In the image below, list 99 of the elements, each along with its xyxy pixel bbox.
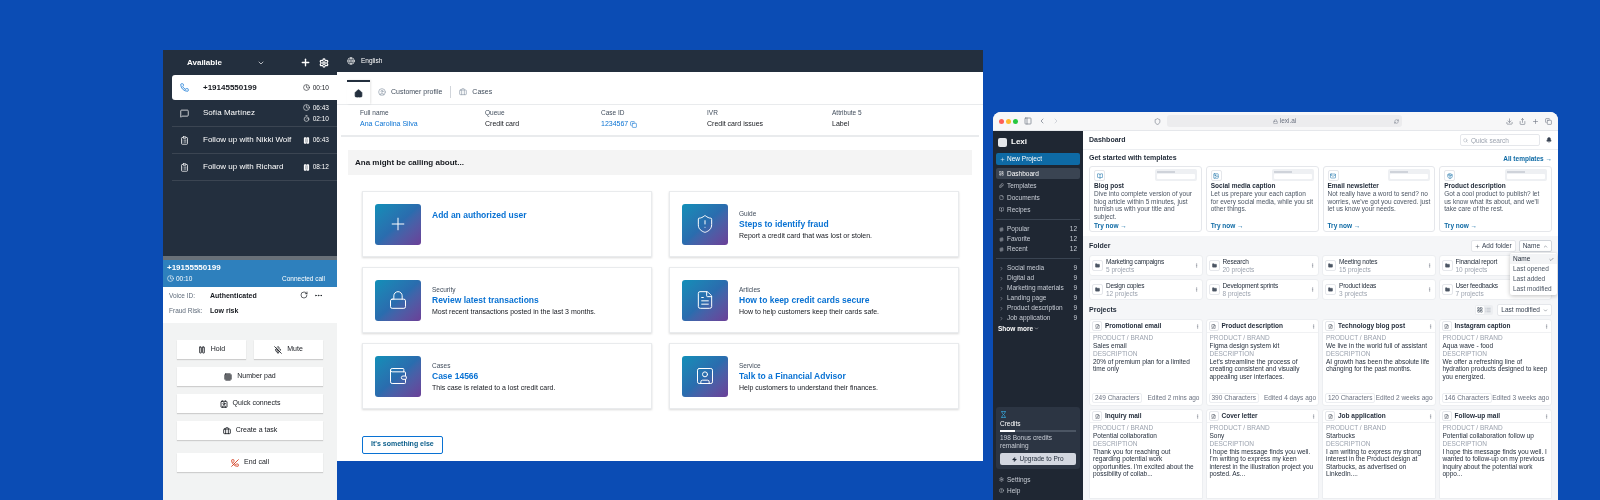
preview-drawing — [1271, 169, 1314, 181]
window-controls-icon — [999, 118, 1018, 124]
timer-icon — [302, 114, 310, 122]
book-icon — [999, 207, 1004, 212]
card-title-link[interactable]: Case 14566 — [432, 370, 556, 383]
preview-drawing — [1388, 169, 1431, 181]
brand-name: Lexi — [1011, 136, 1027, 148]
document-icon — [999, 195, 1004, 200]
clock-icon — [302, 104, 310, 112]
package-icon — [1444, 170, 1456, 181]
document-edit-icon — [1208, 411, 1219, 421]
document-edit-icon — [1441, 321, 1452, 331]
caller-number: +19155550199 — [167, 262, 222, 274]
dashboard-icon — [999, 171, 1004, 176]
check-icon — [1549, 256, 1554, 262]
more-icon[interactable] — [314, 291, 323, 300]
preview-drawing — [1154, 169, 1197, 181]
pause-icon — [302, 136, 310, 144]
refresh-icon[interactable] — [300, 291, 308, 299]
templates-icon — [999, 183, 1004, 188]
chevron-up-icon — [1543, 243, 1548, 249]
plus-icon — [375, 203, 421, 245]
card-title-link[interactable]: Steps to identify fraud — [739, 218, 873, 231]
task-icon — [180, 135, 189, 145]
chevron-down-icon — [1034, 326, 1040, 331]
home-icon — [354, 88, 363, 98]
plus-icon[interactable] — [300, 57, 311, 68]
document-edit-icon — [1092, 321, 1102, 331]
briefcase-icon — [222, 426, 231, 435]
image-icon — [1210, 170, 1222, 181]
padlock-icon — [375, 279, 421, 321]
document-edit-icon — [1441, 411, 1452, 421]
chat-icon — [180, 108, 189, 118]
card-title-link[interactable]: How to keep credit cards secure — [739, 294, 880, 307]
grid-view-icon[interactable] — [1476, 306, 1485, 314]
copy-icon[interactable] — [630, 120, 638, 128]
status-dropdown[interactable]: Available — [187, 56, 265, 69]
document-edit-icon — [1325, 321, 1335, 331]
document-icon — [682, 279, 728, 321]
person-icon — [682, 355, 728, 397]
bell-icon[interactable] — [1546, 137, 1552, 143]
clock-icon — [167, 275, 174, 283]
shield-icon — [1154, 117, 1161, 125]
share-icon[interactable] — [1519, 117, 1526, 125]
settings-icon[interactable] — [319, 57, 329, 68]
folder-icon — [1208, 284, 1220, 295]
section-title: Ana might be calling about... — [355, 156, 464, 169]
contact-name: +19145550199 — [203, 81, 258, 94]
hash-icon — [999, 226, 1004, 232]
card-title-link[interactable]: Review latest transactions — [432, 294, 596, 307]
plus-icon — [1000, 156, 1005, 162]
briefcase-icon — [459, 88, 468, 96]
pause-icon — [197, 345, 206, 354]
download-icon[interactable] — [1506, 117, 1513, 125]
contact-name: Sofía Martínez — [203, 107, 257, 119]
mic-off-icon — [274, 345, 283, 354]
folder-icon — [1441, 260, 1453, 271]
folder-icon — [1325, 260, 1336, 271]
folder-icon — [1092, 284, 1103, 295]
suggestion-card[interactable]: Add an authorized user — [362, 191, 652, 258]
document-edit-icon — [1208, 321, 1219, 331]
contact-name: Follow up with Richard — [203, 161, 285, 173]
task-icon — [180, 162, 189, 172]
plus-icon — [1475, 243, 1480, 249]
globe-icon — [347, 57, 355, 65]
logo-icon — [998, 137, 1007, 147]
wallet-icon — [375, 355, 421, 397]
document-edit-icon — [1092, 411, 1102, 421]
shield-alert-icon — [682, 203, 728, 245]
book-icon — [1094, 170, 1105, 181]
back-icon[interactable] — [1038, 117, 1046, 125]
sidebar-toggle-icon[interactable] — [1024, 117, 1032, 125]
bolt-icon — [1012, 456, 1018, 462]
folder-icon — [1092, 260, 1103, 271]
chevron-down-icon — [1543, 307, 1548, 313]
preview-drawing — [1505, 169, 1547, 181]
help-icon — [999, 488, 1004, 493]
folder-icon — [1441, 284, 1453, 295]
document-edit-icon — [1325, 411, 1335, 421]
card-title-link[interactable]: Talk to a Financial Advisor — [739, 370, 878, 383]
new-tab-icon[interactable] — [1532, 117, 1539, 125]
hash-icon — [999, 236, 1004, 242]
phone-icon — [180, 83, 189, 92]
pause-icon — [302, 163, 310, 171]
user-circle-icon — [378, 88, 386, 96]
settings-icon — [999, 477, 1004, 482]
contact-card-icon — [219, 399, 228, 408]
forward-icon[interactable] — [1052, 117, 1060, 125]
tabs-icon[interactable] — [1545, 117, 1552, 125]
hash-icon — [999, 246, 1004, 252]
folder-icon — [1208, 260, 1220, 271]
card-title-link[interactable]: Add an authorized user — [432, 209, 527, 222]
folder-icon — [1325, 284, 1336, 295]
hang-up-icon — [231, 458, 240, 467]
tab[interactable] — [347, 80, 370, 104]
clock-icon — [302, 84, 310, 91]
hourglass-icon — [1000, 411, 1007, 418]
contact-name: Follow up with Nikki Wolf — [203, 134, 293, 146]
mail-icon — [1327, 170, 1339, 181]
